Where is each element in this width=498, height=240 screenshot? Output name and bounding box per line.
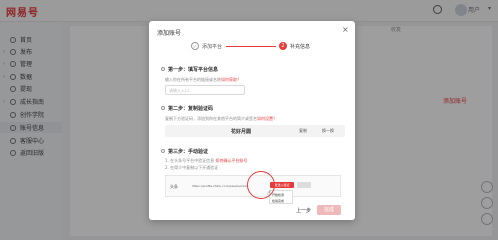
copy-button[interactable]: 复制: [299, 128, 307, 134]
screenshot-url: https://profile.zhihu.com/people/xxxx: [192, 184, 248, 188]
step-number: 2: [279, 42, 287, 50]
step-label: 添加平台: [202, 44, 223, 50]
step1-desc: 输入你在所有平台的链接或名称如何获取？: [165, 77, 241, 82]
confirm-platform-link[interactable]: 如何确认平台账号: [215, 158, 247, 163]
screenshot-gray-button: [297, 182, 311, 188]
step-connector: [226, 46, 276, 47]
check-icon: ✓: [191, 42, 199, 50]
platform-input[interactable]: 请输入入口...: [165, 85, 245, 95]
add-account-dialog: 添加账号 × ✓ 添加平台 2 补充信息 第一步：填写平台信息 输入你在所有平台…: [149, 21, 355, 220]
screenshot-label: 头条: [170, 184, 178, 189]
step-dot-icon: [161, 106, 165, 110]
step-dot-icon: [161, 67, 165, 71]
step2-title: 第二步：复制验证码: [161, 105, 213, 112]
step3-line1: 1. 在头条号平台中验证信息 如何确认平台账号: [165, 158, 248, 163]
refresh-button[interactable]: 换一换: [322, 128, 334, 134]
prev-button[interactable]: 上一步: [296, 207, 311, 214]
step3-title: 第三步：手动验证: [161, 148, 208, 155]
screenshot-menu-item: 检验完成: [272, 199, 285, 203]
how-to-get-link[interactable]: 如何获取？: [221, 77, 241, 82]
how-to-set-link[interactable]: 如何设置？: [257, 116, 277, 121]
done-button[interactable]: 完成: [317, 205, 341, 215]
verify-code: 花好月圆: [231, 129, 252, 135]
dialog-title: 添加账号: [157, 30, 182, 37]
step-label: 补充信息: [290, 44, 311, 50]
verify-code-row: 花好月圆 复制 换一换: [165, 125, 345, 137]
step3-line2: 2. 在简介中复制以下开通验证: [165, 165, 219, 170]
cursor-icon: ☝: [267, 189, 272, 197]
step1-title: 第一步：填写平台信息: [161, 66, 218, 73]
close-icon[interactable]: ×: [342, 25, 349, 34]
step-dot-icon: [161, 149, 165, 153]
stepper: ✓ 添加平台 2 补充信息: [191, 41, 331, 53]
step2-desc: 复制下方验证码，添加到你在其他平台的简介或签名如何设置？: [165, 116, 277, 121]
screenshot-menu-item: 开始检测: [272, 193, 285, 197]
